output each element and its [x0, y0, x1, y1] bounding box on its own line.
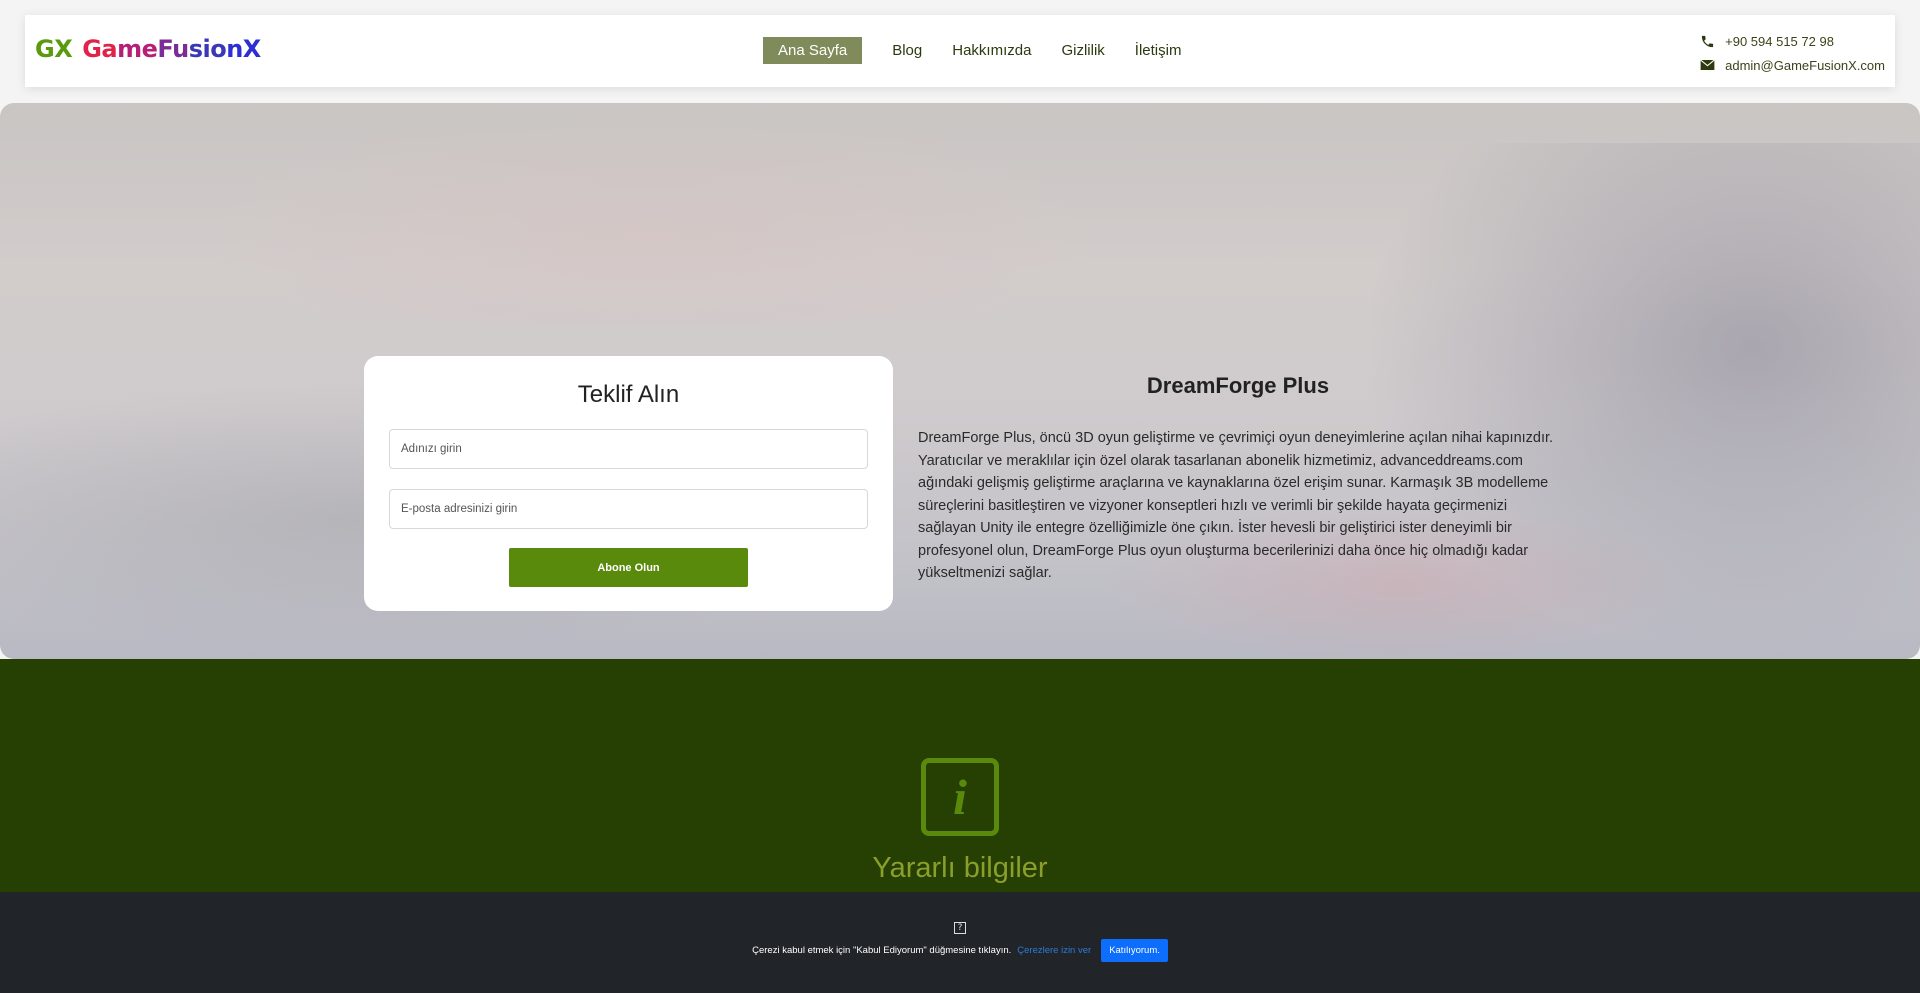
product-title: DreamForge Plus [1146, 373, 1330, 398]
mail-icon [1700, 59, 1715, 70]
nav-privacy[interactable]: Gizlilik [1061, 42, 1104, 59]
email-row[interactable]: admin@GameFusionX.com [1700, 53, 1885, 77]
nav-about[interactable]: Hakkımızda [952, 42, 1031, 59]
cookie-message: Çerezi kabul etmek için "Kabul Ediyorum"… [752, 945, 1012, 956]
allow-cookies-link[interactable]: Çerezlere izin ver [1017, 945, 1091, 956]
cookie-glyph-icon: ? [954, 922, 966, 934]
email-input[interactable] [389, 489, 868, 529]
logo-mark: GX [35, 35, 73, 63]
name-input[interactable] [389, 429, 868, 469]
phone-number: +90 594 515 72 98 [1725, 33, 1834, 49]
accept-cookies-button[interactable]: Katılıyorum. [1101, 939, 1168, 962]
logo-wordmark: GameFusionX [82, 35, 261, 63]
product-info: DreamForge Plus DreamForge Plus, öncü 3D… [918, 373, 1558, 585]
info-icon: i [921, 758, 999, 836]
quote-form-card: Teklif Alın Abone Olun [364, 356, 893, 611]
nav-contact[interactable]: İletişim [1135, 42, 1182, 59]
main-nav: Ana Sayfa Blog Hakkımızda Gizlilik İleti… [763, 37, 1211, 64]
phone-row[interactable]: +90 594 515 72 98 [1700, 29, 1885, 53]
phone-icon [1702, 35, 1714, 47]
useful-info-title: Yararlı bilgiler [872, 852, 1048, 884]
nav-home[interactable]: Ana Sayfa [763, 37, 863, 64]
form-title: Teklif Alın [577, 381, 680, 408]
email-address: admin@GameFusionX.com [1725, 57, 1885, 73]
hero-section: Teklif Alın Abone Olun DreamForge Plus D… [0, 103, 1920, 659]
cookie-row: Çerezi kabul etmek için "Kabul Ediyorum"… [0, 939, 1920, 962]
site-logo[interactable]: GX GameFusionX [35, 35, 261, 63]
site-header: GX GameFusionX Ana Sayfa Blog Hakkımızda… [25, 15, 1895, 87]
subscribe-button[interactable]: Abone Olun [509, 548, 748, 587]
product-description: DreamForge Plus, öncü 3D oyun geliştirme… [918, 430, 1554, 581]
contact-info: +90 594 515 72 98 admin@GameFusionX.com [1700, 29, 1885, 77]
nav-blog[interactable]: Blog [892, 42, 922, 59]
